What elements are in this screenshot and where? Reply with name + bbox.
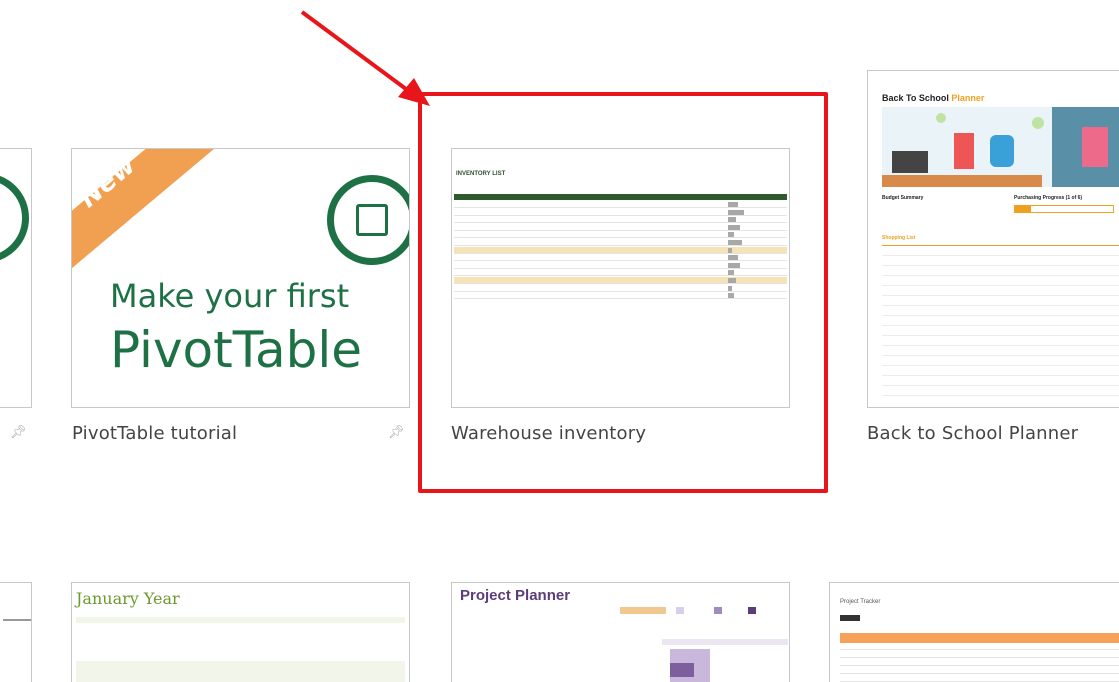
annotation-arrow-icon — [300, 10, 430, 106]
